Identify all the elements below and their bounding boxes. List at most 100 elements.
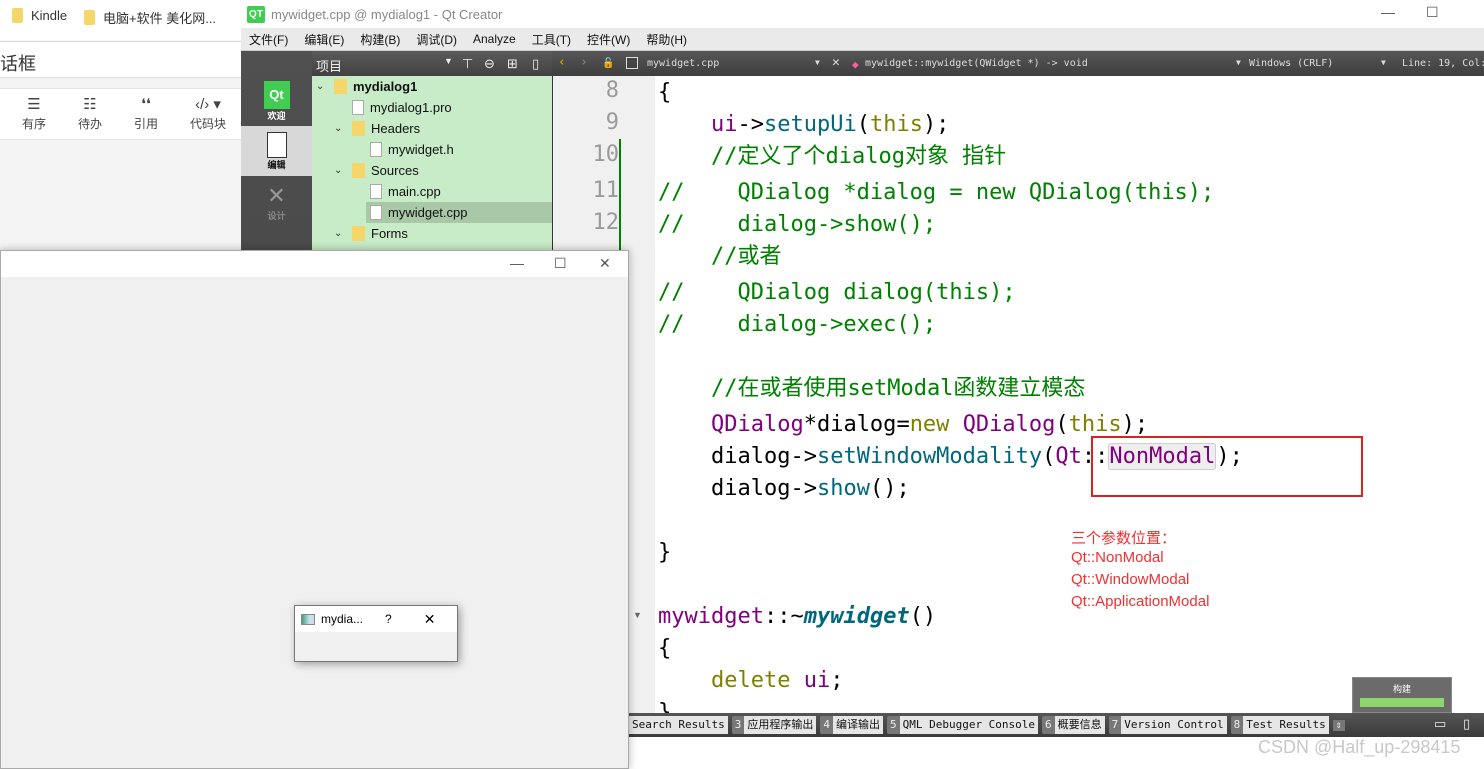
folder-icon <box>352 226 365 241</box>
minimize-pane-icon[interactable]: ▭ <box>1434 716 1446 732</box>
toolbar-3[interactable]: ‹/› ▾ 代码块 <box>190 95 226 132</box>
menu-item[interactable]: 控件(W) <box>587 31 630 48</box>
output-tab[interactable]: 5 QML Debugger Console <box>886 716 1039 734</box>
bookmark-kindle[interactable]: Kindle <box>12 8 67 23</box>
code-line: // QDialog *dialog = new QDialog(this); <box>658 178 1214 208</box>
maximize-button[interactable]: ☐ <box>1426 4 1439 21</box>
project-selector[interactable]: 项目 <box>316 59 342 74</box>
code-line: { <box>658 634 671 664</box>
code-token: // QDialog *dialog = new QDialog(this); <box>658 180 1215 205</box>
chevron-down-icon[interactable]: ⌄ <box>316 76 328 97</box>
tree-item[interactable]: mydialog1.pro <box>352 97 452 118</box>
toolbar-0[interactable]: ☰ 有序 <box>22 95 46 132</box>
quote-icon: ❛❛ <box>141 96 151 113</box>
minimize-button[interactable]: — <box>1381 4 1395 20</box>
folder-icon <box>352 121 365 136</box>
menu-item[interactable]: Analyze <box>473 32 516 46</box>
tab-number: 5 <box>886 716 900 734</box>
maximize-button[interactable]: ☐ <box>554 255 567 272</box>
close-button[interactable]: ✕ <box>599 255 611 272</box>
toggle-sidebar-icon[interactable]: ▯ <box>1463 716 1470 732</box>
link-icon[interactable]: ⊖ <box>484 56 495 72</box>
output-tab[interactable]: 6 概要信息 <box>1042 716 1105 734</box>
output-tab[interactable]: Search Results <box>629 716 728 734</box>
output-tab[interactable]: 8 Test Results <box>1230 716 1329 734</box>
mode-edit[interactable]: 编辑 <box>241 126 312 176</box>
code-token: Qt <box>1055 444 1082 469</box>
window-title-bar: — ☐ ✕ <box>1 251 628 277</box>
tree-item[interactable]: mywidget.h <box>370 139 454 160</box>
chevron-down-icon[interactable]: ▼ <box>1236 58 1241 67</box>
toolbar-label: 引用 <box>134 117 159 131</box>
mode-design[interactable]: ✕ 设计 <box>241 183 312 233</box>
bookmark-label: 电脑+软件 美化网... <box>103 11 217 26</box>
toolbar-label: 待办 <box>78 117 103 131</box>
app-icon <box>301 613 315 625</box>
toolbar-1[interactable]: ☷ 待办 <box>78 95 102 132</box>
tree-item[interactable]: main.cpp <box>370 181 441 202</box>
line-number: 12 <box>592 210 620 235</box>
code-token: new <box>909 412 950 437</box>
back-icon[interactable]: ‹ <box>558 55 566 70</box>
minimize-button[interactable]: — <box>510 255 524 271</box>
code-line: mywidget::~mywidget() <box>658 602 936 632</box>
code-token: show <box>816 476 870 501</box>
change-marker <box>619 139 621 259</box>
tree-label: Sources <box>371 163 419 178</box>
bookmark-software[interactable]: 电脑+软件 美化网... <box>84 8 216 27</box>
tab-scroll-icon[interactable]: ⇕ <box>1332 719 1345 731</box>
tree-item[interactable]: ⌄ Forms <box>334 223 408 244</box>
forward-icon[interactable]: › <box>580 55 588 70</box>
menu-item[interactable]: 编辑(E) <box>304 31 344 48</box>
code-token: dialog <box>816 412 897 437</box>
bookmark-label: Kindle <box>31 8 68 23</box>
tab-number: 7 <box>1108 716 1122 734</box>
filter-icon[interactable]: ⊤ <box>462 56 473 72</box>
file-selector[interactable]: mywidget.cpp <box>647 58 719 69</box>
project-tree: ⌄ mydialog1 mydialog1.pro ⌄ Headers mywidget.… <box>312 76 556 256</box>
tree-label: mydialog1.pro <box>370 100 452 115</box>
tree-item[interactable]: ⌄ Sources <box>334 160 419 181</box>
menu-item[interactable]: 工具(T) <box>532 31 571 48</box>
mode-welcome[interactable]: Qt 欢迎 <box>241 81 312 131</box>
bookmarks-bar: Kindle 电脑+软件 美化网... <box>0 0 241 40</box>
folder-icon <box>84 10 95 25</box>
line-number: 11 <box>592 178 620 203</box>
cursor-position[interactable]: Line: 19, Col: 43 <box>1402 58 1484 69</box>
toolbar-2[interactable]: ❛❛ 引用 <box>134 95 158 132</box>
line-ending-selector[interactable]: Windows (CRLF) <box>1249 58 1333 69</box>
chevron-down-icon[interactable]: ▼ <box>444 56 453 66</box>
close-button[interactable]: ✕ <box>424 611 436 628</box>
code-token: mywidget <box>658 604 764 629</box>
symbol-selector[interactable]: mywidget::mywidget(QWidget *) -> void <box>865 58 1088 69</box>
chevron-down-icon[interactable]: ⌄ <box>334 223 346 244</box>
file-icon <box>352 100 364 115</box>
menu-item[interactable]: 帮助(H) <box>646 31 687 48</box>
chevron-down-icon[interactable]: ⌄ <box>334 160 346 181</box>
chevron-down-icon[interactable]: ⌄ <box>334 118 346 139</box>
output-tab[interactable]: 3 应用程序输出 <box>731 716 817 734</box>
tab-number: 6 <box>1042 716 1055 734</box>
code-token: } <box>658 540 672 565</box>
tree-item[interactable]: ⌄ mydialog1 <box>316 76 417 97</box>
close-file-icon[interactable]: ✕ <box>832 55 840 70</box>
document-title[interactable]: 话框 <box>0 41 241 78</box>
menu-item[interactable]: 调试(D) <box>416 31 457 48</box>
fold-arrow-icon[interactable]: ▼ <box>633 610 642 620</box>
tree-item[interactable]: ⌄ Headers <box>334 118 420 139</box>
chevron-down-icon[interactable]: ▼ <box>815 58 820 67</box>
close-pane-icon[interactable]: ▯ <box>532 56 539 72</box>
tree-item[interactable]: mywidget.cpp <box>366 202 556 223</box>
code-editor[interactable]: { ui->setupUi(this); //定义了个dialog对象 指针//… <box>658 76 1484 725</box>
output-tab[interactable]: 4 编译输出 <box>820 716 883 734</box>
file-icon <box>370 205 382 220</box>
help-button[interactable]: ? <box>385 612 392 626</box>
line-number: 9 <box>605 110 619 135</box>
split-icon[interactable]: ⊞ <box>507 56 518 72</box>
menu-item[interactable]: 文件(F) <box>249 31 288 48</box>
chevron-down-icon[interactable]: ▼ <box>1381 58 1386 67</box>
menu-item[interactable]: 构建(B) <box>360 31 400 48</box>
tab-number: 8 <box>1230 716 1244 734</box>
output-tab[interactable]: 7 Version Control <box>1108 716 1227 734</box>
